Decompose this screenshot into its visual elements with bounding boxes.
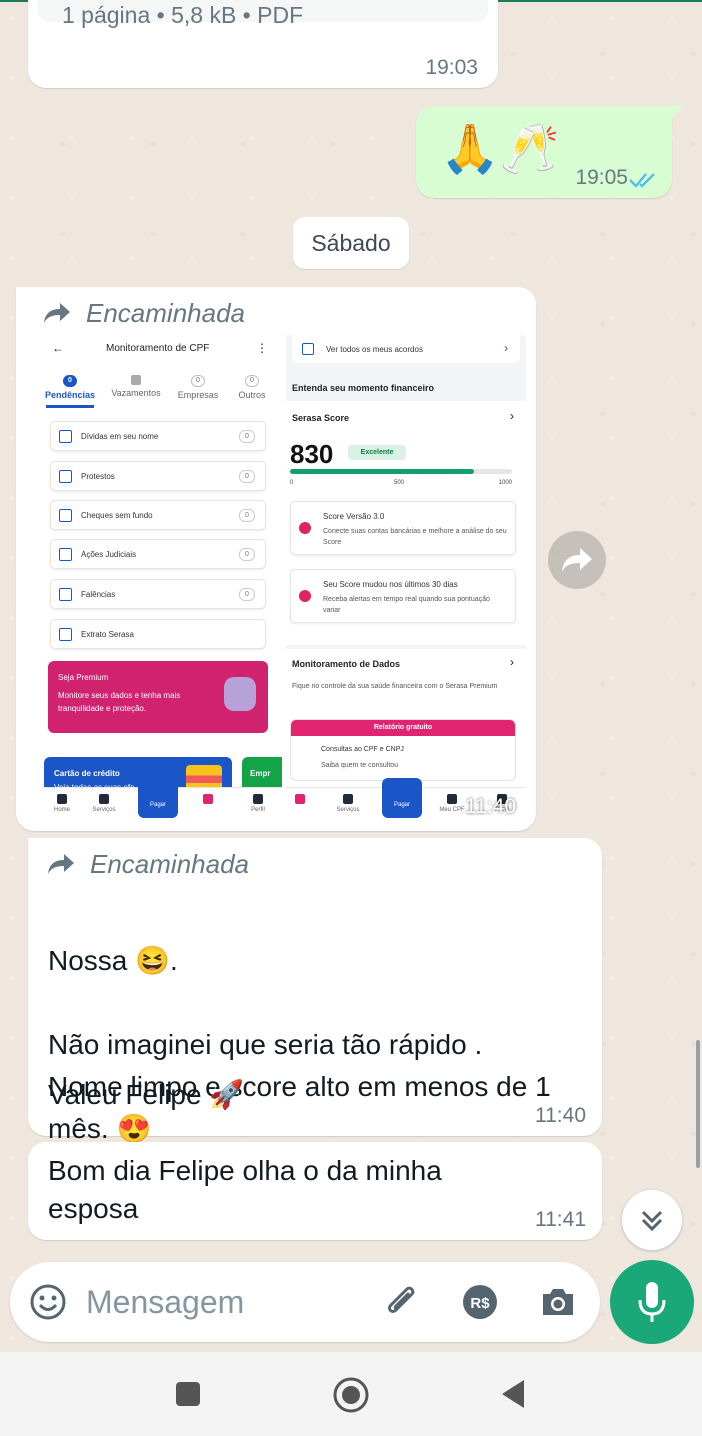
forwarded-label: Encaminhada [90, 848, 249, 879]
message-input[interactable]: Mensagem [86, 1284, 244, 1321]
back-icon[interactable] [498, 1378, 528, 1410]
mic-button[interactable] [610, 1260, 694, 1344]
scrollbar-thumb[interactable] [696, 1040, 700, 1168]
sent-message-bubble[interactable]: 🙏🥂 19:05 [416, 106, 684, 198]
recents-icon[interactable] [174, 1380, 202, 1408]
ss-acordos: Ver todos os meus acordos › [292, 335, 520, 363]
ss-nav-home: Home [42, 794, 82, 813]
ss-nav-pay: Pagar [382, 778, 422, 818]
screenshot-right: Ver todos os meus acordos › Entenda seu … [286, 335, 526, 825]
paperclip-icon[interactable] [382, 1282, 422, 1322]
ss-title: Monitoramento de CPF [106, 343, 210, 354]
active-tab-indicator [46, 405, 94, 408]
forward-button[interactable] [548, 531, 606, 589]
score-bar-fill [290, 469, 475, 474]
forwarded-header: Encaminhada [42, 297, 245, 328]
ss-tab: 0 Empresas [177, 375, 219, 400]
gauge-icon [299, 522, 311, 534]
forward-arrow-icon [562, 548, 592, 572]
ss-nav-services: Serviços [328, 794, 368, 813]
ss-tab: 0 Outros [238, 375, 266, 400]
rs-payment-icon[interactable]: R$ [460, 1282, 500, 1322]
double-chevron-down-icon [641, 1210, 663, 1232]
kebab-menu-icon: ⋮ [256, 341, 268, 355]
bubble-tail [670, 106, 684, 120]
message-text: Bom dia Felipe olha o da minha esposa [48, 1155, 442, 1224]
text-message-bubble[interactable]: Bom dia Felipe olha o da minha esposa 11… [28, 1142, 602, 1240]
scroll-to-bottom-button[interactable] [622, 1190, 682, 1250]
message-time: 19:03 [425, 56, 478, 79]
score-badge: Excelente [348, 445, 406, 460]
forwarded-label: Encaminhada [86, 297, 245, 328]
message-text-last: Valeu Felipe 🚀 [48, 1079, 245, 1110]
lock-icon [131, 375, 141, 385]
ss-alert-card: Seu Score mudou nos últimos 30 dias Rece… [290, 569, 516, 623]
camera-icon[interactable] [538, 1282, 578, 1322]
pdf-message-bubble[interactable]: 1 página • 5,8 kB • PDF 19:03 [28, 0, 498, 88]
score-bar [290, 469, 512, 474]
score-value: 830 [290, 439, 334, 469]
ss-list-item: Falências 0 [50, 579, 266, 609]
ss-bottom-nav: Home Serviços Pagar Perfil [42, 778, 282, 825]
ss-nav-profile: Perfil [238, 794, 278, 813]
forwarded-image-bubble[interactable]: Encaminhada ← Monitoramento de CPF ⋮ 0 Pe… [16, 287, 536, 831]
pdf-meta: 1 página • 5,8 kB • PDF [62, 2, 304, 28]
svg-text:R$: R$ [470, 1295, 490, 1312]
emoji-message: 🙏🥂 [440, 123, 560, 176]
forward-arrow-icon [48, 854, 74, 874]
ss-nav-home [280, 794, 320, 807]
ss-header: ← Monitoramento de CPF ⋮ [42, 335, 282, 369]
alert-icon [299, 590, 311, 602]
home-icon[interactable] [332, 1376, 370, 1414]
message-time: 11:41 [535, 1208, 586, 1231]
forwarded-text-bubble[interactable]: Encaminhada Nossa 😆. Não imaginei que se… [28, 838, 602, 1144]
ss-list-item: Protestos 0 [50, 461, 266, 491]
ss-report-card: Relatório gratuito Consultas ao CPF e CN… [290, 719, 516, 781]
message-time: 19:05 [575, 166, 628, 189]
mic-icon [638, 1282, 666, 1322]
ss-section-title: Entenda seu momento financeiro [292, 383, 435, 393]
emoji-icon[interactable] [28, 1282, 68, 1322]
message-time: 11:40 [465, 795, 516, 818]
lock-badge-icon [224, 677, 256, 711]
ss-nav-cpf [188, 794, 228, 807]
ss-list-item: Cheques sem fundo 0 [50, 500, 266, 530]
ss-score-card: Score Versão 3.0 Conecte suas contas ban… [290, 501, 516, 555]
shared-image[interactable]: ← Monitoramento de CPF ⋮ 0 Pendências Vaz… [42, 335, 526, 825]
ss-nav-services: Serviços [84, 794, 124, 813]
ss-nav-pay: Pagar [138, 778, 178, 818]
message-composer[interactable]: Mensagem R$ [10, 1262, 600, 1342]
double-check-icon [629, 173, 655, 188]
date-separator: Sábado [293, 217, 409, 269]
ss-tab: 0 Pendências [44, 375, 96, 400]
ss-premium-card: Seja Premium Monitore seus dados e tenha… [48, 661, 268, 733]
back-arrow-icon: ← [52, 341, 64, 355]
ss-list-item: Ações Judiciais 0 [50, 539, 266, 569]
message-time: 11:40 [535, 1104, 586, 1127]
forward-arrow-icon [44, 303, 70, 323]
forwarded-header: Encaminhada [46, 848, 249, 879]
system-navigation-bar [0, 1352, 702, 1436]
screenshot-left: ← Monitoramento de CPF ⋮ 0 Pendências Vaz… [42, 335, 282, 825]
ss-tab: Vazamentos [106, 375, 166, 398]
ss-list-item: Dívidas em seu nome 0 [50, 421, 266, 451]
ss-list-item: Extrato Serasa [50, 619, 266, 649]
ss-tabs: 0 Pendências Vazamentos 0 Empresas 0 Outros [42, 375, 282, 409]
pdf-attachment[interactable]: 1 página • 5,8 kB • PDF [38, 0, 488, 28]
